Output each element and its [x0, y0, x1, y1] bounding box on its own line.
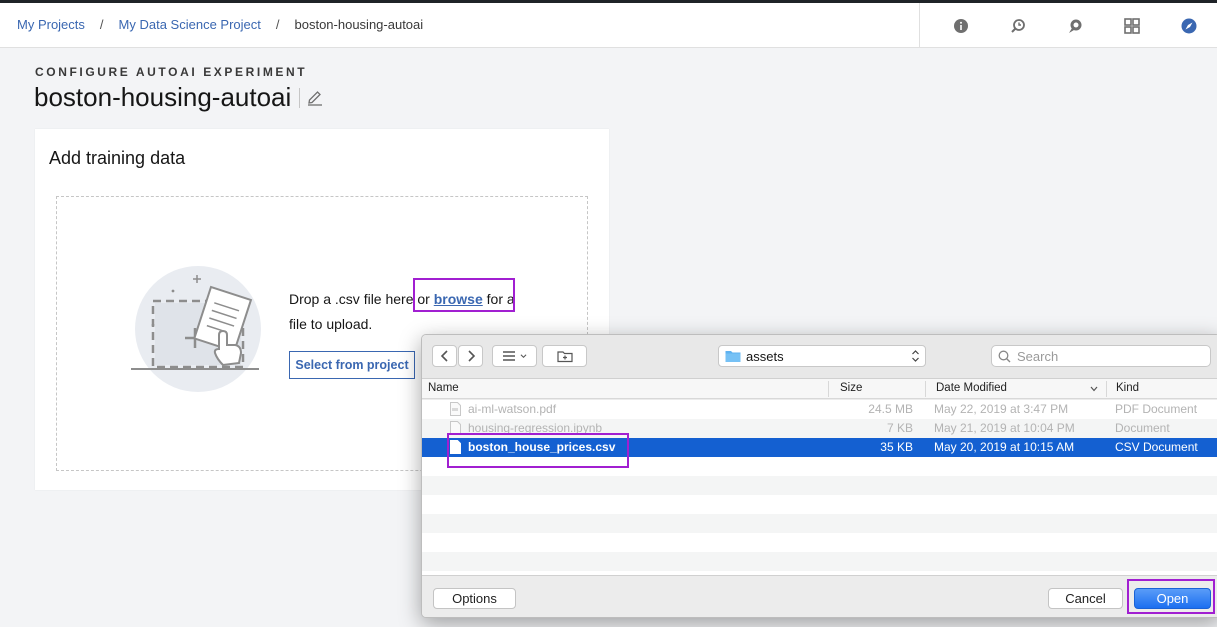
dialog-toolbar: assets Search: [422, 335, 1217, 379]
breadcrumb-my-projects[interactable]: My Projects: [17, 17, 85, 32]
forward-button[interactable]: [458, 345, 483, 367]
drop-instructions: Drop a .csv file here or browse for a fi…: [289, 287, 529, 337]
breadcrumb-current: boston-housing-autoai: [294, 17, 424, 32]
breadcrumb-separator: /: [99, 17, 104, 32]
info-icon[interactable]: [932, 3, 989, 48]
breadcrumb-separator: /: [275, 17, 280, 32]
search-input[interactable]: Search: [991, 345, 1211, 367]
csv-file-icon: [450, 440, 461, 454]
search-icon: [998, 350, 1011, 362]
file-size: 7 KB: [886, 421, 913, 435]
dialog-footer: Options Cancel Open: [422, 575, 1217, 617]
empty-row: [422, 476, 1217, 495]
back-button[interactable]: [432, 345, 457, 367]
view-options-button[interactable]: [492, 345, 537, 367]
chevron-down-icon: [520, 354, 526, 359]
new-folder-icon: [556, 351, 573, 363]
file-row-selected[interactable]: boston_house_prices.csv 35 KB May 20, 20…: [422, 438, 1217, 457]
chevron-left-icon: [440, 350, 448, 362]
file-open-dialog: assets Search Name Size Date Modified Ki…: [421, 334, 1217, 618]
file-list: ai-ml-watson.pdf 24.5 MB May 22, 2019 at…: [422, 400, 1217, 575]
column-divider[interactable]: [925, 381, 926, 397]
location-label: assets: [746, 348, 784, 364]
column-date-modified[interactable]: Date Modified: [936, 382, 1007, 394]
file-kind: CSV Document: [1115, 440, 1198, 454]
file-date: May 20, 2019 at 10:15 AM: [934, 440, 1075, 454]
file-kind: PDF Document: [1115, 402, 1198, 416]
column-size[interactable]: Size: [840, 382, 862, 394]
new-folder-button[interactable]: [542, 345, 587, 367]
file-kind: Document: [1115, 421, 1170, 435]
column-kind[interactable]: Kind: [1116, 382, 1139, 394]
sort-descending-icon: [1090, 386, 1098, 392]
header-actions: [919, 3, 1217, 48]
pdf-file-icon: [450, 402, 461, 416]
page-eyebrow: CONFIGURE AUTOAI EXPERIMENT: [35, 65, 308, 79]
list-view-icon: [502, 351, 515, 361]
page-title-row: boston-housing-autoai: [34, 82, 324, 113]
edit-icon[interactable]: [306, 89, 324, 107]
compass-icon[interactable]: [1160, 3, 1217, 48]
upload-illustration-icon: [131, 266, 261, 392]
file-row[interactable]: ai-ml-watson.pdf 24.5 MB May 22, 2019 at…: [422, 400, 1217, 419]
column-divider[interactable]: [1106, 381, 1107, 397]
file-date: May 22, 2019 at 3:47 PM: [934, 402, 1069, 416]
title-divider: [299, 87, 301, 108]
chat-icon[interactable]: [1046, 3, 1103, 48]
top-bar: My Projects / My Data Science Project / …: [0, 0, 1217, 48]
location-dropdown[interactable]: assets: [718, 345, 926, 367]
document-file-icon: [450, 421, 461, 435]
select-from-project-button[interactable]: Select from project: [289, 351, 415, 379]
apps-grid-icon[interactable]: [1103, 3, 1160, 48]
column-divider[interactable]: [828, 381, 829, 397]
folder-icon: [725, 351, 741, 362]
empty-row: [422, 514, 1217, 533]
breadcrumb-project[interactable]: My Data Science Project: [119, 17, 261, 32]
empty-row: [422, 552, 1217, 571]
page-title: boston-housing-autoai: [34, 82, 292, 112]
history-icon[interactable]: [989, 3, 1046, 48]
browse-link[interactable]: browse: [434, 291, 483, 307]
file-size: 24.5 MB: [868, 402, 913, 416]
card-title: Add training data: [49, 148, 186, 168]
updown-chevron-icon: [912, 350, 919, 362]
column-name[interactable]: Name: [428, 382, 459, 394]
file-list-header: Name Size Date Modified Kind: [422, 379, 1217, 399]
cancel-button[interactable]: Cancel: [1048, 588, 1123, 609]
search-placeholder: Search: [1017, 348, 1059, 364]
drop-text-before: Drop a .csv file here or: [289, 291, 434, 307]
file-date: May 21, 2019 at 10:04 PM: [934, 421, 1075, 435]
file-row[interactable]: housing-regression.ipynb 7 KB May 21, 20…: [422, 419, 1217, 438]
file-name: boston_house_prices.csv: [468, 440, 616, 454]
file-size: 35 KB: [880, 440, 913, 454]
empty-row: [422, 495, 1217, 514]
empty-row: [422, 533, 1217, 552]
file-name: housing-regression.ipynb: [468, 421, 603, 435]
open-button[interactable]: Open: [1134, 588, 1211, 609]
empty-row: [422, 457, 1217, 476]
breadcrumb: My Projects / My Data Science Project / …: [17, 17, 423, 32]
options-button[interactable]: Options: [433, 588, 516, 609]
chevron-right-icon: [467, 350, 475, 362]
file-name: ai-ml-watson.pdf: [468, 402, 557, 416]
